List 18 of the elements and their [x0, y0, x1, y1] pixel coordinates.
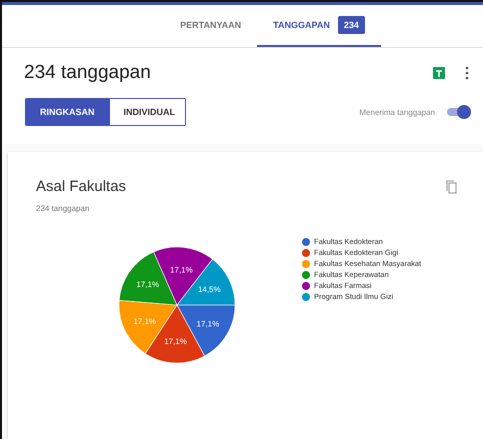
- slice-label: 17,1%: [133, 316, 156, 326]
- toggle-label: Menerima tanggapan: [359, 108, 435, 116]
- more-icon[interactable]: [465, 66, 469, 80]
- tab[interactable]: PERTANYAAN: [164, 5, 258, 47]
- page-heading: 234 tanggapan: [24, 62, 152, 84]
- question-title: Asal Fakultas: [36, 178, 126, 195]
- view-toggle-button[interactable]: INDIVIDUAL: [108, 99, 185, 125]
- response-count: 234 tanggapan: [36, 204, 90, 213]
- slice-label: 17,1%: [196, 319, 220, 328]
- spreadsheet-icon[interactable]: [433, 67, 445, 79]
- view-toggle-button[interactable]: RINGKASAN: [26, 99, 109, 125]
- slice-label: 14,5%: [198, 285, 221, 294]
- toggle-switch[interactable]: [445, 104, 471, 120]
- slice-label: 17,1%: [136, 280, 160, 290]
- slice-label: 17,1%: [170, 265, 193, 274]
- count-badge: 234: [338, 16, 365, 34]
- slice-label: 17,1%: [164, 336, 187, 346]
- tab[interactable]: TANGGAPAN 234: [257, 5, 381, 47]
